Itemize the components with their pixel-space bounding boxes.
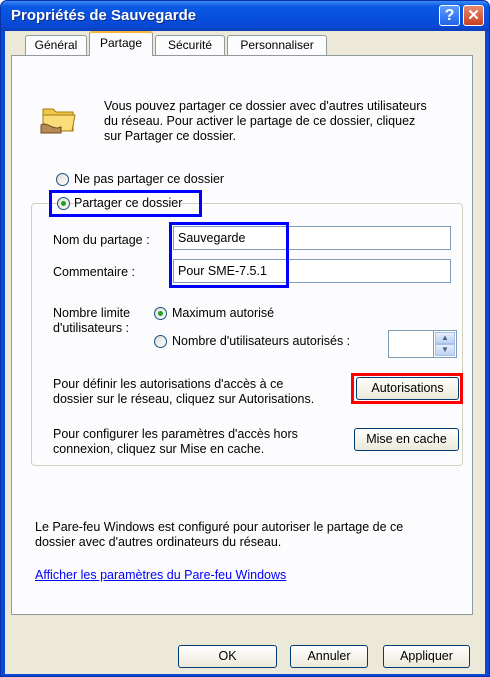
comment-label: Commentaire : xyxy=(53,265,135,279)
help-button[interactable]: ? xyxy=(439,5,460,26)
intro-line-3: sur Partager ce dossier. xyxy=(104,129,237,143)
cancel-button[interactable]: Annuler xyxy=(290,645,368,668)
intro-line-1: Vous pouvez partager ce dossier avec d'a… xyxy=(104,99,427,113)
window-title: Propriétés de Sauvegarde xyxy=(11,7,197,24)
fields-highlight xyxy=(169,222,289,288)
tab-personnaliser[interactable]: Personnaliser xyxy=(227,35,327,55)
caching-text-1: Pour configurer les paramètres d'accès h… xyxy=(53,427,298,441)
firewall-settings-link[interactable]: Afficher les paramètres du Pare-feu Wind… xyxy=(35,568,286,583)
share-name-label: Nom du partage : xyxy=(53,233,150,247)
permissions-highlight xyxy=(351,373,463,404)
tab-general[interactable]: Général xyxy=(25,35,87,55)
firewall-text-2: dossier avec d'autres ordinateurs du rés… xyxy=(35,535,282,549)
caching-text-2: connexion, cliquez sur Mise en cache. xyxy=(53,442,265,456)
firewall-text-1: Le Pare-feu Windows est configuré pour a… xyxy=(35,520,404,534)
tab-partage[interactable]: Partage xyxy=(89,31,153,56)
ok-button[interactable]: OK xyxy=(178,645,277,668)
user-limit-label-1: Nombre limite xyxy=(53,306,131,320)
allowed-count-spinner[interactable]: ▲ ▼ xyxy=(433,330,457,358)
title-bar[interactable]: Propriétés de Sauvegarde ? ✕ xyxy=(1,1,489,31)
permissions-text-1: Pour définir les autorisations d'accès à… xyxy=(53,377,284,391)
allowed-count-radio[interactable] xyxy=(154,335,167,348)
shared-folder-icon xyxy=(39,101,79,135)
permissions-text-2: dossier sur le réseau, cliquez sur Autor… xyxy=(53,392,315,406)
allowed-count-label[interactable]: Nombre d'utilisateurs autorisés : xyxy=(172,334,350,349)
share-radio[interactable] xyxy=(57,197,70,210)
tab-securite[interactable]: Sécurité xyxy=(155,35,225,55)
close-button[interactable]: ✕ xyxy=(463,5,484,26)
max-allowed-label[interactable]: Maximum autorisé xyxy=(172,306,274,321)
spin-down-icon[interactable]: ▼ xyxy=(435,344,455,356)
properties-window: Propriétés de Sauvegarde ? ✕ Général Par… xyxy=(0,0,490,677)
apply-button[interactable]: Appliquer xyxy=(383,645,470,668)
spin-up-icon[interactable]: ▲ xyxy=(435,332,455,344)
allowed-count-field[interactable] xyxy=(388,330,435,358)
user-limit-label-2: d'utilisateurs : xyxy=(53,321,130,335)
no-share-label[interactable]: Ne pas partager ce dossier xyxy=(74,172,224,187)
caching-button[interactable]: Mise en cache xyxy=(354,428,459,451)
no-share-radio[interactable] xyxy=(56,173,69,186)
share-label[interactable]: Partager ce dossier xyxy=(74,196,183,211)
max-allowed-radio[interactable] xyxy=(154,307,167,320)
intro-line-2: du réseau. Pour activer le partage de ce… xyxy=(104,114,416,128)
